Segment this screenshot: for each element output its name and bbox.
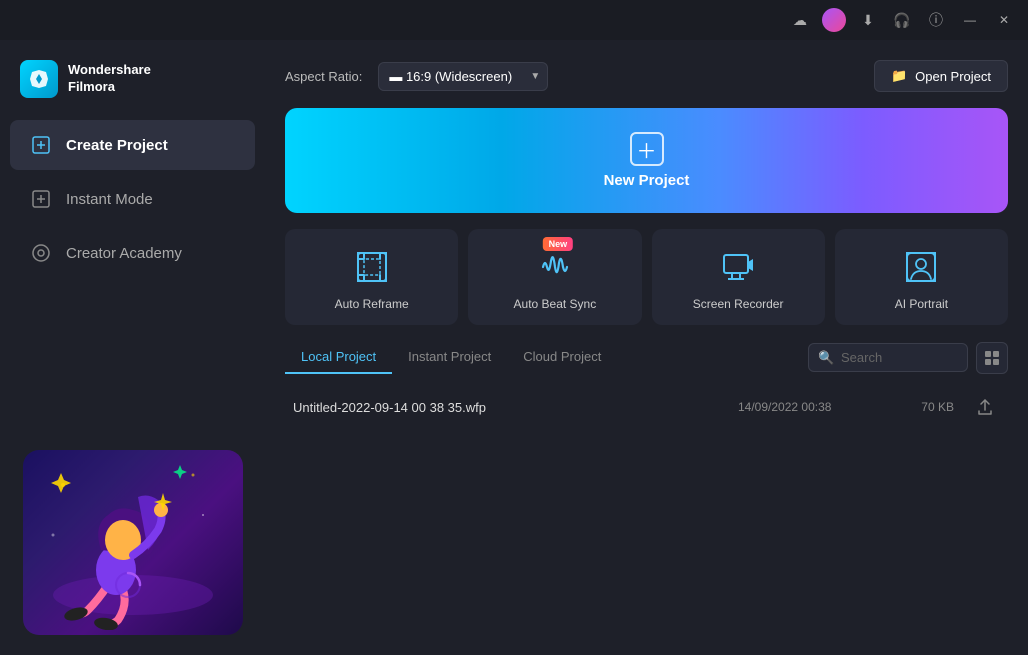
sidebar-item-create-project[interactable]: Create Project [10,120,255,170]
project-date: 14/09/2022 00:38 [738,400,878,414]
aspect-ratio-select-wrap[interactable]: ▬ 16:9 (Widescreen) 9:16 (Portrait) 1:1 … [378,62,548,91]
ai-portrait-label: AI Portrait [895,297,948,311]
search-input-wrap: 🔍 [808,343,968,372]
project-size: 70 KB [894,400,954,414]
new-project-label: New Project [604,172,690,189]
project-filename: Untitled-2022-09-14 00 38 35.wfp [293,400,722,415]
logo-area: Wondershare Filmora [0,50,265,118]
open-project-label: Open Project [915,69,991,84]
main-layout: Wondershare Filmora Create Project [0,40,1028,655]
creator-academy-icon [30,242,52,264]
aspect-ratio-label: Aspect Ratio: [285,69,362,84]
feature-cards: Auto Reframe New Auto Beat Sync [285,229,1008,325]
instant-mode-icon [30,188,52,210]
download-icon[interactable]: ⬇ [854,6,882,34]
auto-reframe-label: Auto Reframe [335,297,409,311]
titlebar: ☁ ⬇ 🎧 ⓘ — ✕ [0,0,1028,40]
minimize-button[interactable]: — [956,6,984,34]
brand-sub: Filmora [68,79,151,96]
auto-beat-sync-label: Auto Beat Sync [514,297,597,311]
new-badge: New [543,237,574,251]
projects-header: Local Project Instant Project Cloud Proj… [285,341,1008,374]
table-row[interactable]: Untitled-2022-09-14 00 38 35.wfp 14/09/2… [285,386,1008,428]
projects-section: Local Project Instant Project Cloud Proj… [285,341,1008,635]
feature-card-auto-reframe[interactable]: Auto Reframe [285,229,458,325]
sidebar-item-creator-academy[interactable]: Creator Academy [10,228,255,278]
close-button[interactable]: ✕ [990,6,1018,34]
logo-text: Wondershare Filmora [68,62,151,96]
feature-card-screen-recorder[interactable]: Screen Recorder [652,229,825,325]
create-project-label: Create Project [66,137,168,154]
new-project-banner[interactable]: ＋ New Project [285,108,1008,213]
brand-name: Wondershare [68,62,151,79]
new-project-plus-icon: ＋ [630,132,664,166]
grid-view-button[interactable] [976,342,1008,374]
tab-instant-project[interactable]: Instant Project [392,341,507,374]
info-icon[interactable]: ⓘ [922,6,950,34]
project-list: Untitled-2022-09-14 00 38 35.wfp 14/09/2… [285,386,1008,428]
screen-recorder-label: Screen Recorder [693,297,784,311]
screen-recorder-icon [718,247,758,287]
search-input[interactable] [808,343,968,372]
sidebar: Wondershare Filmora Create Project [0,40,265,655]
sidebar-item-instant-mode[interactable]: Instant Mode [10,174,255,224]
app-logo [20,60,58,98]
aspect-ratio-select[interactable]: ▬ 16:9 (Widescreen) 9:16 (Portrait) 1:1 … [378,62,548,91]
aspect-bar: Aspect Ratio: ▬ 16:9 (Widescreen) 9:16 (… [285,60,1008,92]
create-project-icon [30,134,52,156]
feature-card-auto-beat-sync[interactable]: New Auto Beat Sync [468,229,641,325]
feature-card-ai-portrait[interactable]: AI Portrait [835,229,1008,325]
cloud-icon[interactable]: ☁ [786,6,814,34]
illustration-container [23,450,243,635]
tab-cloud-project[interactable]: Cloud Project [507,341,617,374]
auto-beat-sync-icon [535,247,575,287]
search-wrap: 🔍 [808,342,1008,374]
headphone-icon[interactable]: 🎧 [888,6,916,34]
upload-icon[interactable] [970,398,1000,416]
ai-portrait-icon [901,247,941,287]
content-area: Aspect Ratio: ▬ 16:9 (Widescreen) 9:16 (… [265,40,1028,655]
folder-icon: 📁 [891,68,907,84]
tab-local-project[interactable]: Local Project [285,341,392,374]
open-project-button[interactable]: 📁 Open Project [874,60,1008,92]
sidebar-illustration [0,440,265,645]
creator-academy-label: Creator Academy [66,245,182,262]
auto-reframe-icon [352,247,392,287]
avatar-icon[interactable] [820,6,848,34]
instant-mode-label: Instant Mode [66,191,153,208]
